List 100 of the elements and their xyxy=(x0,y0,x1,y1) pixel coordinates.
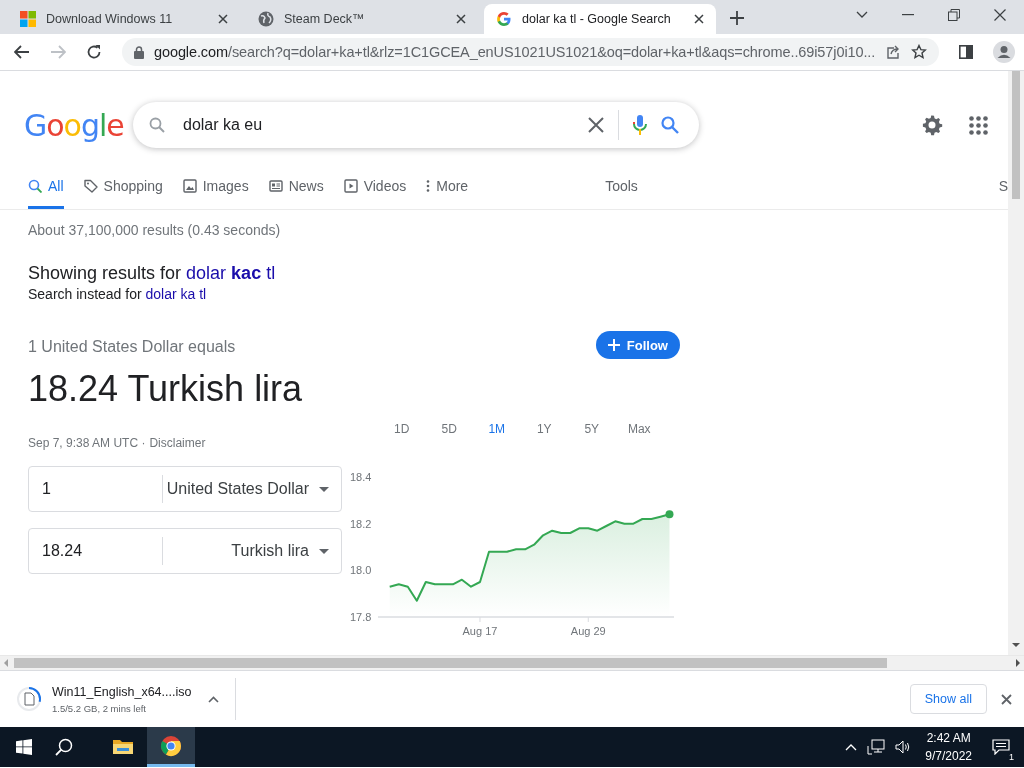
vertical-scrollbar[interactable] xyxy=(1008,71,1024,655)
close-icon[interactable] xyxy=(456,14,466,24)
current-point xyxy=(665,510,674,519)
tools-button[interactable]: Tools xyxy=(605,165,638,209)
notification-count: 1 xyxy=(1007,752,1016,762)
conversion-label: 1 United States Dollar equals xyxy=(28,338,237,356)
chevron-down-icon[interactable] xyxy=(856,11,868,19)
new-tab-icon[interactable] xyxy=(730,11,744,25)
windows-logo-icon xyxy=(20,11,36,27)
star-icon[interactable] xyxy=(911,44,928,60)
google-g-icon xyxy=(496,11,512,27)
browser-tab[interactable]: dolar ka tl - Google Search xyxy=(484,4,716,34)
close-icon[interactable] xyxy=(694,14,704,24)
range-tab[interactable]: 1M xyxy=(473,422,521,436)
search-field[interactable]: dolar ka eu xyxy=(133,102,699,148)
side-panel-icon[interactable] xyxy=(959,45,974,59)
original-query-link[interactable]: dolar ka tl xyxy=(145,286,207,302)
axis-tick-label: Aug 29 xyxy=(570,625,606,637)
plus-icon xyxy=(607,339,620,351)
network-icon[interactable] xyxy=(867,739,886,755)
horizontal-scrollbar[interactable] xyxy=(0,655,1024,670)
currency-dropdown[interactable]: Turkish lira xyxy=(163,542,341,560)
scrollbar-thumb[interactable] xyxy=(14,658,887,668)
search-instead-text: Search instead for dolar ka tl xyxy=(28,286,208,302)
scrollbar-thumb[interactable] xyxy=(1012,71,1020,199)
restore-icon[interactable] xyxy=(948,9,960,21)
corrected-query-link[interactable]: dolar kac tl xyxy=(186,263,276,283)
tag-icon xyxy=(83,178,98,193)
lock-icon xyxy=(134,45,144,59)
showing-results-text: Showing results for dolar kac tl xyxy=(28,263,277,284)
back-icon[interactable] xyxy=(14,45,30,59)
chrome-icon xyxy=(160,734,182,757)
clock-date[interactable]: 9/7/2022 xyxy=(925,747,972,765)
apps-grid-icon[interactable] xyxy=(969,115,988,135)
clock-time[interactable]: 2:42 AM xyxy=(925,729,972,747)
browser-tab[interactable]: Steam Deck™ xyxy=(246,4,478,34)
dropdown-caret-icon xyxy=(319,486,329,492)
minimize-icon[interactable] xyxy=(902,14,914,16)
globe-icon xyxy=(258,11,274,27)
download-progress-icon xyxy=(16,686,42,712)
axis-tick-label: Aug 17 xyxy=(462,625,498,637)
search-input[interactable]: dolar ka eu xyxy=(179,116,574,134)
notification-button[interactable]: 1 xyxy=(986,732,1016,762)
taskbar-app[interactable] xyxy=(147,727,195,767)
start-windows-icon[interactable] xyxy=(16,739,32,755)
file-name: Win11_English_x64....iso xyxy=(52,684,193,699)
range-tab[interactable]: 5D xyxy=(425,422,473,436)
currency-dropdown[interactable]: United States Dollar xyxy=(163,480,341,498)
search-tab[interactable]: Shopping xyxy=(83,165,163,209)
close-icon[interactable] xyxy=(1001,693,1012,705)
search-icon xyxy=(149,117,165,133)
close-icon[interactable] xyxy=(994,9,1006,21)
microphone-icon[interactable] xyxy=(633,115,647,135)
search-tab[interactable]: S xyxy=(998,165,1008,209)
search-tab[interactable]: More xyxy=(426,165,469,209)
search-tab[interactable]: All xyxy=(28,165,64,209)
close-icon[interactable] xyxy=(218,14,228,24)
range-tab[interactable]: 1Y xyxy=(520,422,568,436)
profile-icon[interactable] xyxy=(993,41,1016,63)
disclaimer-link[interactable]: Disclaimer xyxy=(149,436,206,450)
download-item[interactable]: Win11_English_x64....iso 1.5/5.2 GB, 2 mins left xyxy=(0,678,236,720)
range-tab[interactable]: 5Y xyxy=(568,422,616,436)
browser-tab[interactable]: Download Windows 11 xyxy=(8,4,240,34)
result-stats: About 37,100,000 results (0.43 seconds) xyxy=(28,222,282,238)
tab-title: Download Windows 11 xyxy=(46,12,174,26)
search-tab[interactable]: Videos xyxy=(343,165,407,209)
axis-tick-label: 18.2 xyxy=(350,517,372,530)
chevron-up-icon[interactable] xyxy=(845,743,858,751)
url-text: google.com/search?q=dolar+ka+tl&rlz=1C1GCEA_enUS1021US1021&oq=dolar+ka+tl&aqs=chrome..69i57j0i10... xyxy=(154,44,876,60)
settings-icon[interactable] xyxy=(921,114,943,136)
axis-tick-label: 17.8 xyxy=(350,611,372,623)
amount-field[interactable]: 1 xyxy=(42,480,142,498)
tab-title: dolar ka tl - Google Search xyxy=(522,12,672,26)
follow-button[interactable]: Follow xyxy=(595,331,680,359)
amount-field[interactable]: 18.24 xyxy=(42,542,142,560)
tab-title: Steam Deck™ xyxy=(284,12,366,26)
image-icon xyxy=(182,178,197,193)
range-tab[interactable]: 1D xyxy=(378,422,426,436)
dropdown-caret-icon xyxy=(319,548,329,554)
show-all-button[interactable]: Show all xyxy=(909,684,987,714)
download-status: 1.5/5.2 GB, 2 mins left xyxy=(52,702,147,714)
reload-icon[interactable] xyxy=(86,44,102,60)
scroll-down-icon[interactable] xyxy=(1012,643,1020,647)
scroll-right-icon[interactable] xyxy=(1016,659,1020,667)
google-logo[interactable]: Google xyxy=(24,107,133,143)
search-icon[interactable] xyxy=(55,738,73,756)
clear-icon[interactable] xyxy=(588,117,604,133)
search-tab[interactable]: News xyxy=(268,165,324,209)
search-icon xyxy=(28,178,42,193)
newspaper-icon xyxy=(268,178,283,193)
chevron-up-icon xyxy=(208,695,219,703)
address-bar[interactable]: google.com/search?q=dolar+ka+tl&rlz=1C1GCEA_enUS1021US1021&oq=dolar+ka+tl&aqs=chrome..69i57j0i10... xyxy=(122,38,940,66)
search-tab[interactable]: Images xyxy=(182,165,249,209)
speaker-icon[interactable] xyxy=(895,740,912,754)
play-icon xyxy=(343,178,358,193)
message-icon xyxy=(992,739,1010,755)
more-vertical-icon xyxy=(426,178,431,193)
share-icon[interactable] xyxy=(885,44,902,60)
range-tab[interactable]: Max xyxy=(615,422,663,436)
axis-tick-label: 18.4 xyxy=(350,471,372,483)
